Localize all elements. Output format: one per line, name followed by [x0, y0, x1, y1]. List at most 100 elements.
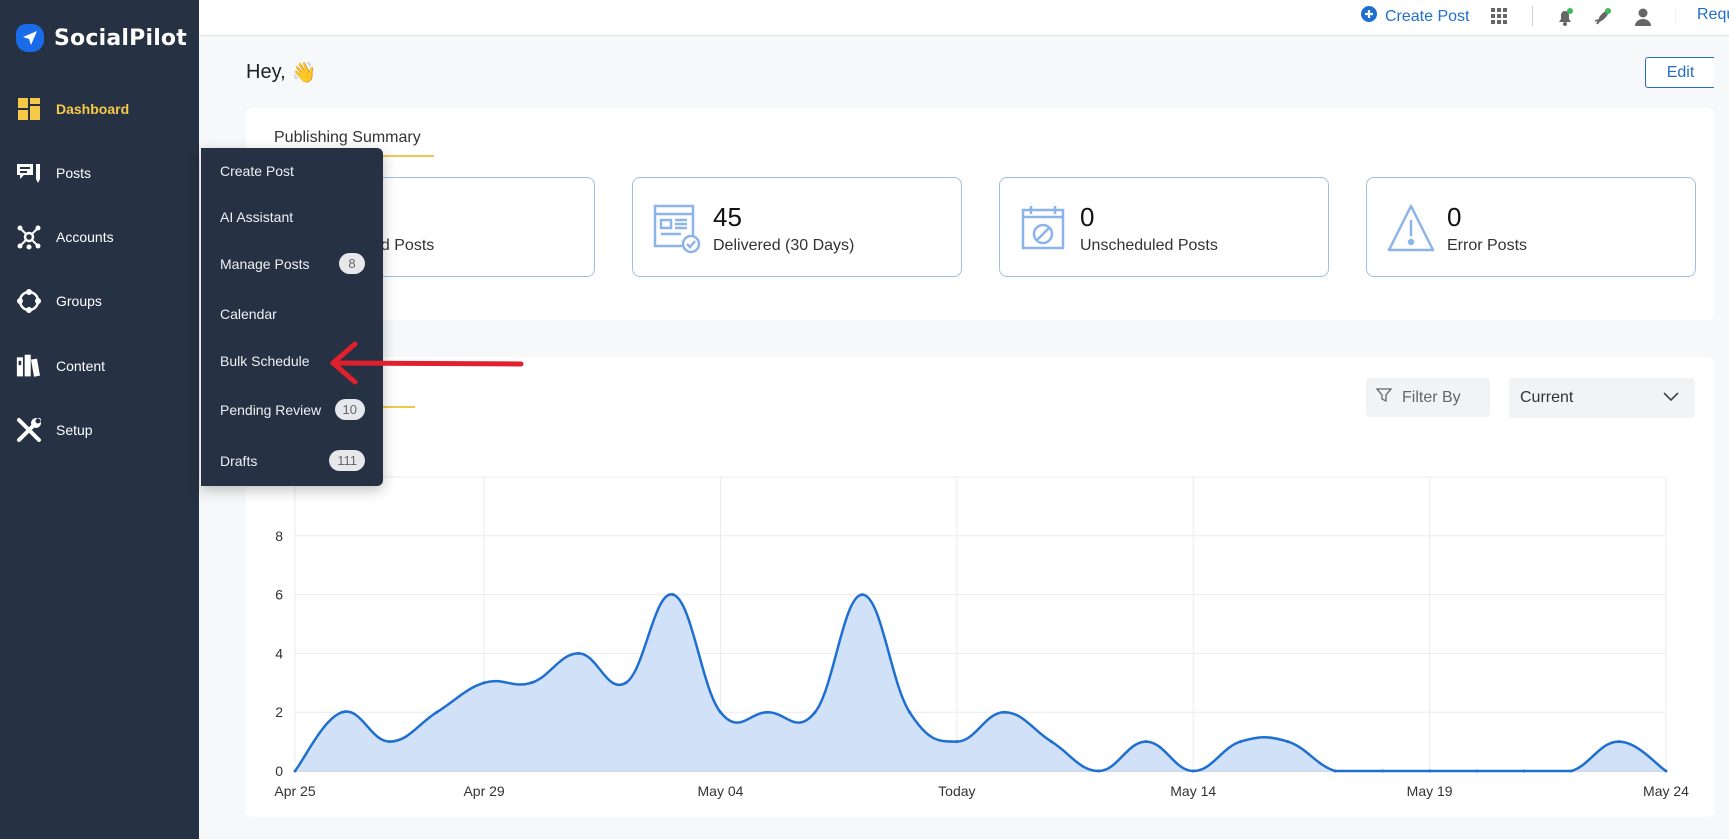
submenu-item-manage-posts[interactable]: Manage Posts 8 [220, 253, 365, 274]
data-point[interactable] [340, 710, 344, 714]
data-point[interactable] [1144, 740, 1148, 744]
edit-dashboard-button[interactable]: Edit [1645, 57, 1716, 88]
period-select[interactable]: Current [1509, 378, 1695, 418]
filter-by-button[interactable]: Filter By [1366, 378, 1490, 417]
submenu-label: Bulk Schedule [220, 353, 310, 369]
posts-submenu: Create Post AI Assistant Manage Posts 8 C… [200, 148, 383, 486]
data-point[interactable] [1617, 740, 1621, 744]
data-point[interactable] [482, 681, 486, 685]
sidebar-item-label: Posts [56, 165, 92, 181]
logo[interactable]: SocialPilot [16, 24, 187, 52]
stat-label: Error Posts [1447, 237, 1528, 254]
y-tick-label: 6 [275, 587, 283, 603]
waving-hand-icon: 👋 [291, 62, 317, 84]
notification-bell-icon[interactable] [1555, 7, 1575, 27]
data-point[interactable] [1664, 769, 1668, 773]
x-tick-label: May 24 [1643, 783, 1689, 799]
data-point[interactable] [529, 681, 533, 685]
x-tick-label: May 19 [1407, 783, 1453, 799]
dashboard-icon [16, 96, 42, 122]
stat-card-delivered[interactable]: 45 Delivered (30 Days) [632, 177, 962, 277]
data-point[interactable] [1569, 769, 1573, 773]
data-point[interactable] [1333, 769, 1337, 773]
posting-trends-chart: 0 2 4 6 8 Apr 25 Apr 29 May 04 Today May 14 May 1… [274, 476, 1689, 799]
y-tick-label: 2 [275, 704, 283, 720]
warning-triangle-icon [1387, 204, 1437, 254]
y-tick-label: 8 [275, 528, 283, 544]
submenu-item-calendar[interactable]: Calendar [220, 306, 365, 322]
rocket-icon[interactable] [1593, 7, 1613, 27]
topbar-divider [1532, 6, 1533, 26]
data-point[interactable] [1049, 740, 1053, 744]
data-point[interactable] [577, 651, 581, 655]
y-tick-label: 4 [275, 645, 283, 661]
data-point[interactable] [388, 740, 392, 744]
delivered-icon [653, 204, 703, 254]
submenu-item-create-post[interactable]: Create Post [220, 163, 365, 179]
create-post-button[interactable]: Create Post [1361, 6, 1469, 27]
sidebar-item-posts[interactable]: Posts [16, 160, 91, 186]
paper-plane-logo-icon [16, 24, 44, 52]
sidebar-item-dashboard[interactable]: Dashboard [16, 96, 129, 122]
data-point[interactable] [908, 710, 912, 714]
data-point[interactable] [435, 710, 439, 714]
x-tick-label: Today [938, 783, 975, 799]
submenu-item-ai-assistant[interactable]: AI Assistant [220, 209, 365, 225]
x-tick-label: Apr 29 [463, 783, 504, 799]
sidebar-item-label: Groups [56, 293, 102, 309]
data-point[interactable] [955, 740, 959, 744]
x-tick-label: May 14 [1170, 783, 1216, 799]
sidebar-item-accounts[interactable]: Accounts [16, 224, 114, 250]
sidebar-item-content[interactable]: Content [16, 353, 105, 379]
stat-card-errors[interactable]: 0 Error Posts [1366, 177, 1696, 277]
plus-circle-icon [1361, 6, 1377, 27]
data-point[interactable] [671, 593, 675, 597]
data-point[interactable] [1380, 769, 1384, 773]
sidebar-item-groups[interactable]: Groups [16, 288, 102, 314]
y-tick-label: 0 [275, 763, 283, 779]
submenu-label: Pending Review [220, 401, 322, 418]
data-point[interactable] [1239, 740, 1243, 744]
data-point[interactable] [1522, 769, 1526, 773]
x-tick-label: Apr 25 [274, 783, 315, 799]
content-library-icon [16, 353, 42, 379]
data-point[interactable] [624, 681, 628, 685]
data-point[interactable] [718, 710, 722, 714]
user-profile-icon[interactable] [1633, 7, 1653, 27]
sidebar: SocialPilot Dashboard Posts Accounts Gro… [0, 0, 199, 839]
filter-funnel-icon [1375, 387, 1393, 408]
data-point[interactable] [860, 593, 864, 597]
data-point[interactable] [1191, 769, 1195, 773]
data-point[interactable] [293, 769, 297, 773]
sidebar-item-label: Dashboard [56, 101, 130, 117]
groups-icon [16, 288, 42, 314]
submenu-label: Manage Posts [220, 255, 310, 272]
data-point[interactable] [1002, 710, 1006, 714]
page-scrollbar[interactable] [1714, 36, 1729, 839]
period-select-value: Current [1520, 389, 1574, 406]
annotation-arrow-icon [330, 341, 524, 385]
submenu-item-drafts[interactable]: Drafts 111 [220, 450, 365, 471]
posts-icon [16, 160, 42, 186]
data-point[interactable] [1428, 769, 1432, 773]
data-point[interactable] [1097, 769, 1101, 773]
stat-card-unscheduled[interactable]: 0 Unscheduled Posts [999, 177, 1329, 277]
publishing-summary-title: Publishing Summary [274, 129, 421, 146]
submenu-item-pending-review[interactable]: Pending Review 10 [220, 399, 365, 420]
submenu-label: AI Assistant [220, 209, 294, 225]
stat-value: 0 [1080, 202, 1095, 232]
count-badge: 111 [329, 450, 365, 471]
request-link[interactable]: Requ [1697, 6, 1729, 24]
data-point[interactable] [1286, 740, 1290, 744]
sidebar-item-label: Content [56, 358, 106, 374]
unscheduled-calendar-icon [1020, 204, 1070, 254]
sidebar-item-setup[interactable]: Setup [16, 417, 93, 443]
submenu-label: Create Post [220, 163, 294, 179]
filter-by-label: Filter By [1402, 388, 1461, 406]
data-point[interactable] [1475, 769, 1479, 773]
apps-grid-icon[interactable] [1490, 7, 1510, 27]
data-point[interactable] [766, 710, 770, 714]
stat-label: Unscheduled Posts [1080, 237, 1218, 254]
count-badge: 10 [334, 399, 365, 420]
data-point[interactable] [813, 710, 817, 714]
